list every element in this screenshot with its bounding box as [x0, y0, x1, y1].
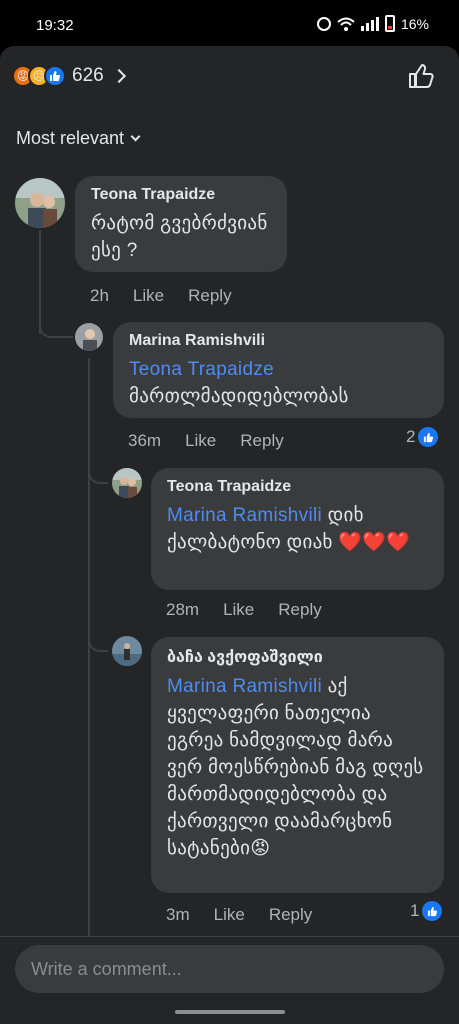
comment-time: 3m: [166, 905, 190, 924]
battery-icon: [384, 15, 395, 32]
reaction-count: 626: [72, 65, 104, 86]
comment-author[interactable]: ბაჩა ავქოფაშვილი: [167, 647, 430, 667]
comment-input[interactable]: Write a comment...: [15, 945, 444, 993]
comment-text: Teona Trapaidze მართლმადიდებლობას: [129, 356, 430, 410]
reactions-summary[interactable]: 😡 😥 626: [12, 62, 126, 90]
comment-author[interactable]: Teona Trapaidze: [167, 478, 430, 496]
like-button[interactable]: Like: [133, 286, 164, 306]
avatar[interactable]: [112, 636, 142, 666]
comment-actions: 2h Like Reply: [90, 286, 256, 306]
status-icons: 16%: [316, 15, 429, 32]
comment-actions: 36m Like Reply: [128, 431, 308, 451]
comment-text: Marina Ramishvili აქ ყველაფერი ნათელია ე…: [167, 673, 430, 862]
chevron-down-icon: [130, 131, 141, 142]
wifi-icon: [337, 17, 355, 31]
comment-composer: Write a comment...: [0, 936, 459, 1024]
comment-bubble: Marina Ramishvili Teona Trapaidze მართლმა…: [113, 322, 444, 418]
reply-button[interactable]: Reply: [240, 431, 283, 451]
thread-connector: [88, 630, 108, 652]
comment-bubble: ბაჩა ავქოფაშვილი Marina Ramishvili აქ ყვ…: [151, 637, 444, 893]
like-count: 1: [410, 901, 420, 920]
avatar[interactable]: [75, 323, 103, 351]
alarm-icon: [316, 16, 331, 31]
comment-text: რატომ გვებრძვიან ესე ?: [91, 213, 268, 261]
like-button[interactable]: Like: [223, 600, 254, 620]
sort-dropdown[interactable]: Most relevant: [16, 128, 141, 149]
thread-line: [88, 358, 90, 978]
mention-link[interactable]: Marina Ramishvili: [167, 676, 322, 697]
avatar[interactable]: [112, 468, 142, 498]
comment-bubble: Teona Trapaidze Marina Ramishvili დიხ ქა…: [151, 468, 444, 590]
comment-bubble: Teona Trapaidze რატომ გვებრძვიან ესე ?: [75, 176, 287, 272]
comment-time: 2h: [90, 286, 109, 305]
like-icon: [418, 427, 439, 447]
thumbs-up-icon[interactable]: [407, 62, 435, 90]
reply-button[interactable]: Reply: [269, 905, 312, 925]
comment-time: 28m: [166, 600, 200, 619]
avatar[interactable]: [15, 178, 65, 228]
comment-time: 36m: [128, 431, 162, 450]
signal-icon: [360, 16, 379, 31]
reply-button[interactable]: Reply: [278, 600, 321, 620]
comment-body: აქ ყველაფერი ნათელია ეგრეა ნამდვილად მარ…: [167, 676, 424, 859]
comment-like-count[interactable]: 1: [410, 901, 443, 921]
home-indicator[interactable]: [175, 1010, 285, 1014]
battery-percent: 16%: [400, 15, 429, 32]
status-time: 19:32: [36, 17, 74, 34]
comments-sheet: 😡 😥 626 Most relevant Teona Trapaidze რა…: [0, 46, 459, 1024]
comment-like-count[interactable]: 2: [406, 427, 439, 447]
comment-author[interactable]: Teona Trapaidze: [91, 186, 273, 204]
chevron-right-icon: [111, 68, 126, 84]
comment-body: მართლმადიდებლობას: [129, 386, 349, 407]
like-count: 2: [406, 427, 416, 446]
comment-text: Marina Ramishvili დიხ ქალბატონო დიახ ❤️❤…: [167, 502, 430, 556]
status-bar: 19:32 16%: [0, 0, 459, 46]
thread-connector: [39, 316, 73, 338]
thread-connector: [88, 462, 108, 484]
mention-link[interactable]: Teona Trapaidze: [129, 359, 274, 380]
like-button[interactable]: Like: [185, 431, 216, 451]
comment-actions: 3m Like Reply: [166, 905, 336, 925]
comment-actions: 28m Like Reply: [166, 600, 346, 620]
like-reaction-icon: [44, 65, 66, 87]
mention-link[interactable]: Marina Ramishvili: [167, 505, 322, 526]
like-button[interactable]: Like: [214, 905, 245, 925]
reply-button[interactable]: Reply: [188, 286, 231, 306]
like-icon: [422, 901, 443, 921]
comment-author[interactable]: Marina Ramishvili: [129, 332, 430, 350]
sort-label: Most relevant: [16, 128, 125, 148]
